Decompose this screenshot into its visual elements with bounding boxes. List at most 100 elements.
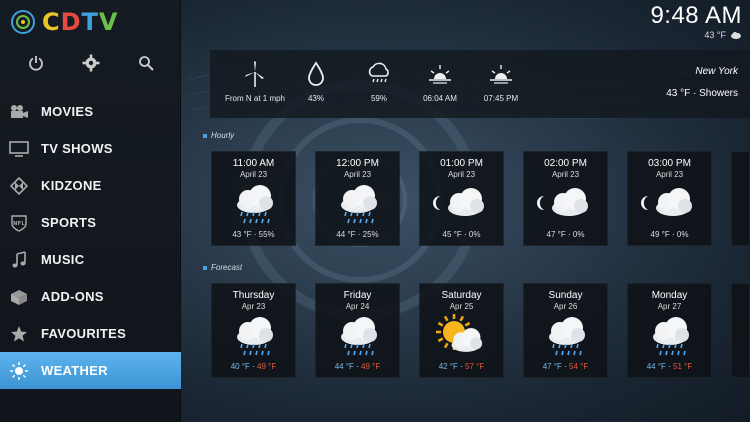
forecast-date: Apr 23 xyxy=(241,302,266,311)
hourly-date: April 23 xyxy=(239,170,268,179)
precip-value: 59% xyxy=(370,94,387,103)
current-condition: 43 °F · Showers xyxy=(666,88,738,99)
forecast-temps: 44 °F · 51 °F xyxy=(646,362,693,371)
menu-item-music[interactable]: MUSIC xyxy=(0,241,181,278)
hourly-temp-precip: 45 °F · 0% xyxy=(442,230,481,239)
star-icon xyxy=(8,323,30,345)
current-conditions-panel: From N at 1 mph 43% 59% 06:04 AM 07:45 P… xyxy=(210,50,750,118)
music-note-icon xyxy=(8,249,30,271)
sunrise-item: 06:04 AM xyxy=(405,60,475,104)
tv-icon xyxy=(8,138,30,160)
forecast-card[interactable]: Monday Apr 27 44 °F · 51 °F xyxy=(627,283,712,378)
forecast-card[interactable]: Sunday Apr 26 47 °F · 54 °F xyxy=(523,283,608,378)
rain-cloud-icon xyxy=(628,314,711,360)
rain-cloud-icon xyxy=(316,182,399,228)
menu-label: MUSIC xyxy=(41,252,85,267)
kodi-icon xyxy=(8,175,30,197)
forecast-card[interactable]: Friday Apr 24 44 °F · 49 °F xyxy=(315,283,400,378)
low-temp: 42 °F xyxy=(438,362,458,371)
sidebar: CDTV MOVIES TV SHOWS KIDZONE NFL SPORTS … xyxy=(0,0,181,422)
gear-icon[interactable] xyxy=(80,52,102,74)
hourly-date: April 23 xyxy=(343,170,372,179)
high-temp: 49 °F xyxy=(361,362,381,371)
movie-camera-icon xyxy=(8,101,30,123)
main-menu: MOVIES TV SHOWS KIDZONE NFL SPORTS MUSIC xyxy=(0,93,181,389)
cloud-icon xyxy=(731,32,741,39)
hourly-date: April 23 xyxy=(551,170,580,179)
hourly-card[interactable]: 02:00 PM April 23 47 °F · 0% xyxy=(523,151,608,246)
hourly-card[interactable]: 03:00 PM April 23 49 °F · 0% xyxy=(627,151,712,246)
menu-item-favourites[interactable]: FAVOURITES xyxy=(0,315,181,352)
hourly-label: Hourly xyxy=(203,131,234,140)
search-icon[interactable] xyxy=(135,52,157,74)
menu-item-weather[interactable]: WEATHER xyxy=(0,352,181,389)
hourly-card[interactable]: 12:00 PM April 23 44 °F · 25% xyxy=(315,151,400,246)
wind-item: From N at 1 mph xyxy=(220,60,290,104)
forecast-card[interactable]: Saturday Apr 25 42 °F · 57 °F xyxy=(419,283,504,378)
low-temp: 40 °F xyxy=(230,362,250,371)
rain-cloud-icon xyxy=(212,182,295,228)
hourly-time: 03:00 PM xyxy=(648,158,691,169)
clock-time: 9:48 AM xyxy=(650,2,742,29)
forecast-card[interactable]: Thursday Apr 23 40 °F · 49 °F xyxy=(211,283,296,378)
sunset-value: 07:45 PM xyxy=(483,94,519,103)
menu-label: FAVOURITES xyxy=(41,326,127,341)
menu-item-add-ons[interactable]: ADD-ONS xyxy=(0,278,181,315)
menu-item-kidzone[interactable]: KIDZONE xyxy=(0,167,181,204)
hourly-temp-precip: 44 °F · 25% xyxy=(336,230,379,239)
forecast-day: Friday xyxy=(343,290,372,301)
forecast-temps: 44 °F · 49 °F xyxy=(334,362,381,371)
wind-turbine-icon xyxy=(245,61,264,87)
satellite-dish-icon xyxy=(11,10,35,34)
location-name: New York xyxy=(695,66,738,77)
moon-cloud-icon xyxy=(420,182,503,228)
clock: 9:48 AM 43 °F xyxy=(650,2,742,40)
rain-cloud-icon xyxy=(524,314,607,360)
menu-item-sports[interactable]: NFL SPORTS xyxy=(0,204,181,241)
low-temp: 47 °F xyxy=(542,362,562,371)
sun-cloud-icon xyxy=(420,314,503,360)
hourly-card[interactable]: 11:00 AM April 23 43 °F · 55% xyxy=(211,151,296,246)
menu-label: ADD-ONS xyxy=(41,289,104,304)
hourly-temp-precip: 49 °F · 0% xyxy=(650,230,689,239)
forecast-temps: 40 °F · 49 °F xyxy=(230,362,277,371)
sun-icon xyxy=(8,360,30,382)
forecast-date: Apr 25 xyxy=(449,302,474,311)
power-icon[interactable] xyxy=(25,52,47,74)
forecast-temps: 47 °F · 54 °F xyxy=(542,362,589,371)
menu-label: KIDZONE xyxy=(41,178,102,193)
rain-cloud-icon xyxy=(212,314,295,360)
low-temp: 44 °F xyxy=(646,362,666,371)
hourly-time: 11:00 AM xyxy=(232,158,275,169)
forecast-date: Apr 24 xyxy=(345,302,370,311)
forecast-day: Saturday xyxy=(441,290,482,301)
svg-text:NFL: NFL xyxy=(13,221,25,227)
moon-cloud-icon xyxy=(628,182,711,228)
menu-item-tv-shows[interactable]: TV SHOWS xyxy=(0,130,181,167)
hourly-temp-precip: 47 °F · 0% xyxy=(546,230,585,239)
menu-label: WEATHER xyxy=(41,363,108,378)
rain-cloud-outline-icon xyxy=(368,62,389,83)
app-logo[interactable]: CDTV xyxy=(10,8,119,36)
high-temp: 54 °F xyxy=(569,362,589,371)
hourly-date: April 23 xyxy=(447,170,476,179)
box-icon xyxy=(8,286,30,308)
hourly-time: 12:00 PM xyxy=(336,158,379,169)
hourly-date: April 23 xyxy=(655,170,684,179)
forecast-card-partial[interactable] xyxy=(731,283,750,378)
hourly-card-partial[interactable] xyxy=(731,151,750,246)
moon-cloud-icon xyxy=(524,182,607,228)
forecast-temps: 42 °F · 57 °F xyxy=(438,362,485,371)
sunset-icon xyxy=(490,65,512,84)
high-temp: 57 °F xyxy=(465,362,485,371)
logo-text: CDTV xyxy=(42,8,119,36)
menu-item-movies[interactable]: MOVIES xyxy=(0,93,181,130)
forecast-date: Apr 27 xyxy=(657,302,682,311)
menu-label: SPORTS xyxy=(41,215,97,230)
forecast-day: Thursday xyxy=(232,290,275,301)
menu-label: MOVIES xyxy=(41,104,94,119)
clock-temp: 43 °F xyxy=(704,30,726,40)
forecast-day: Monday xyxy=(651,290,688,301)
wind-value: From N at 1 mph xyxy=(224,94,285,103)
hourly-card[interactable]: 01:00 PM April 23 45 °F · 0% xyxy=(419,151,504,246)
